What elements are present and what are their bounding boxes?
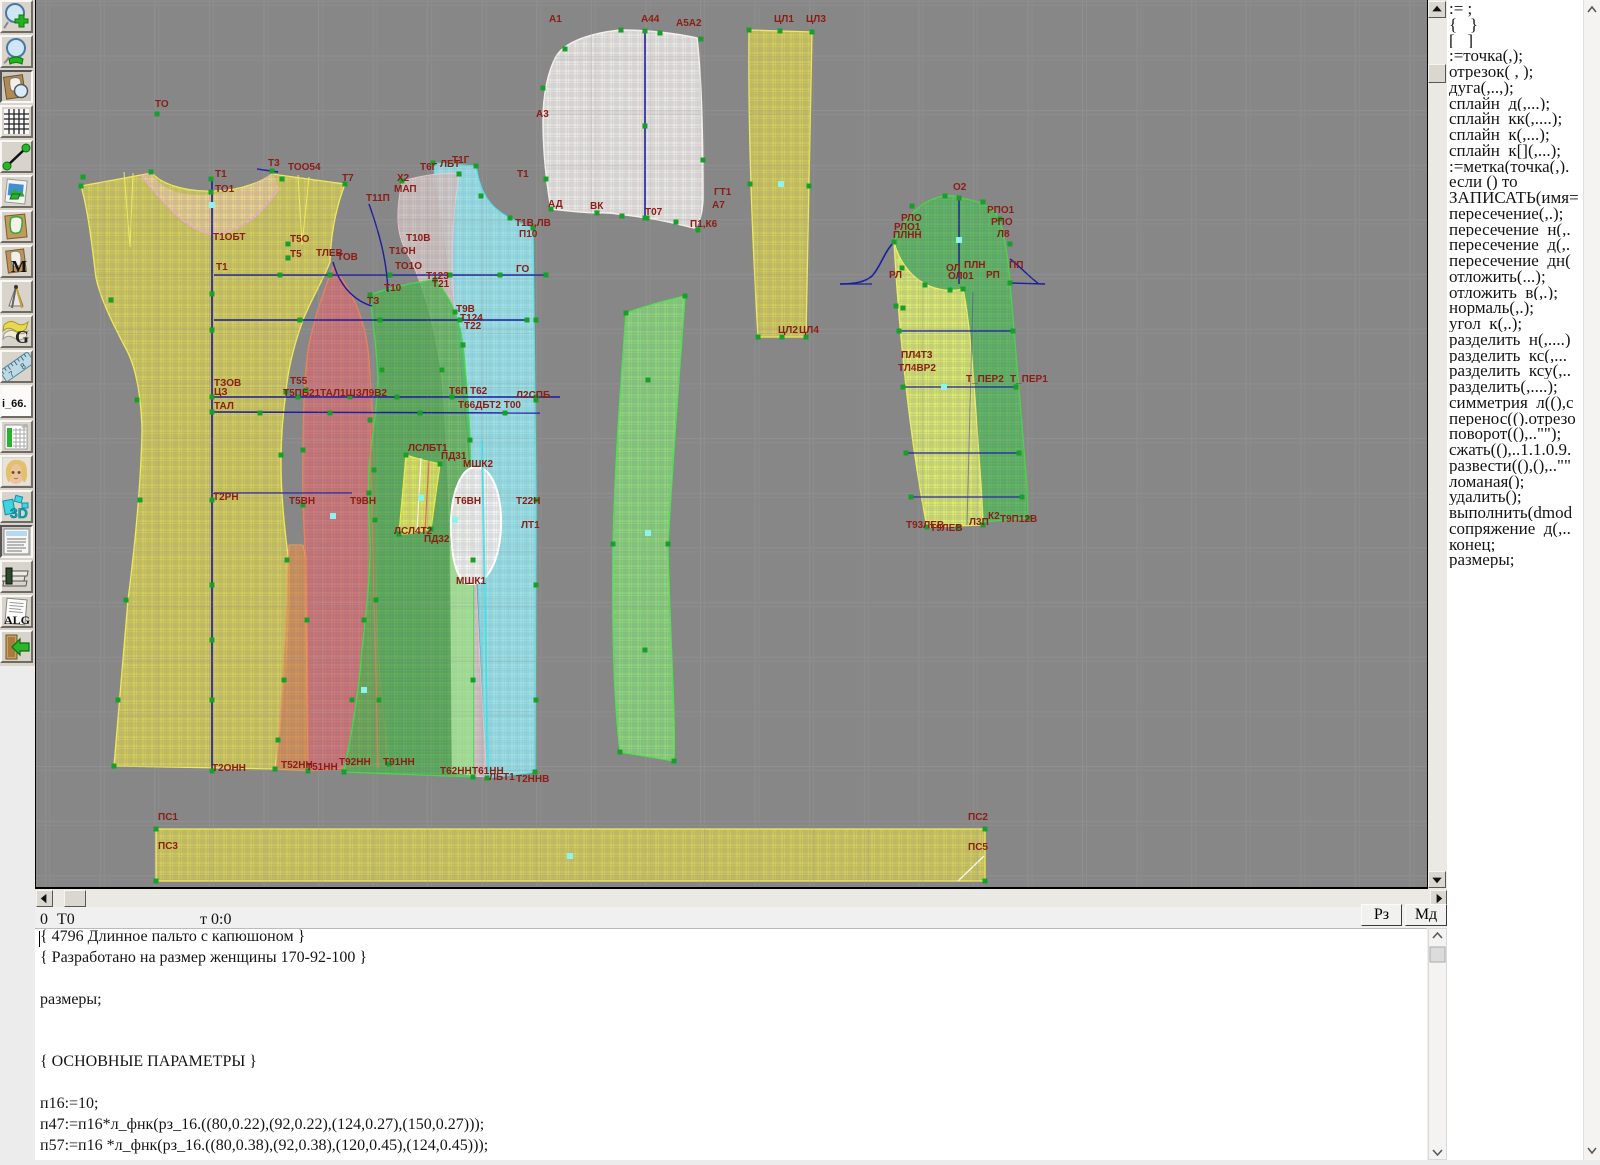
svg-text:Т55: Т55 xyxy=(290,376,308,387)
svg-text:Т_ПЕР2: Т_ПЕР2 xyxy=(966,374,1004,385)
svg-text:Т1Г: Т1Г xyxy=(452,155,470,166)
svg-text:МШК2: МШК2 xyxy=(463,459,493,470)
svg-text:О2: О2 xyxy=(953,182,967,193)
svg-text:Т7: Т7 xyxy=(342,173,354,184)
svg-text:ТОО54: ТОО54 xyxy=(288,162,321,173)
svg-text:ПЛН: ПЛН xyxy=(964,260,985,271)
svg-text:Т6ВН: Т6ВН xyxy=(455,496,481,507)
svg-text:ЦЛ4: ЦЛ4 xyxy=(799,325,819,336)
svg-text:РПО1: РПО1 xyxy=(987,205,1015,216)
svg-text:Т5ВН: Т5ВН xyxy=(289,496,315,507)
svg-text:Т9ЛЕВ: Т9ЛЕВ xyxy=(930,523,963,534)
svg-text:Т07: Т07 xyxy=(645,207,663,218)
svg-text:Л2СПБ: Л2СПБ xyxy=(516,390,550,401)
svg-text:ГТ1: ГТ1 xyxy=(714,187,732,198)
svg-text:Т5ПБ21ТАЛ1ШЗЛ9В2: Т5ПБ21ТАЛ1ШЗЛ9В2 xyxy=(283,388,387,399)
svg-text:ГО: ГО xyxy=(516,264,530,275)
svg-text:ТЛ4ВР2: ТЛ4ВР2 xyxy=(898,363,936,374)
svg-text:Т3: Т3 xyxy=(268,158,280,169)
svg-text:А44: А44 xyxy=(641,14,660,25)
svg-text:Т6П: Т6П xyxy=(449,386,468,397)
svg-text:А7: А7 xyxy=(712,200,725,211)
svg-text:МШК1: МШК1 xyxy=(456,576,486,587)
svg-text:ПЛНН: ПЛНН xyxy=(893,230,922,241)
svg-text:ТЗ: ТЗ xyxy=(367,296,379,307)
svg-text:Т_ПЕР1: Т_ПЕР1 xyxy=(1010,374,1048,385)
svg-text:G: G xyxy=(15,327,29,346)
svg-text:РЛ: РЛ xyxy=(889,270,902,281)
svg-text:РП: РП xyxy=(986,270,1000,281)
svg-text:Т1ОН: Т1ОН xyxy=(389,246,416,257)
svg-text:ТОВ: ТОВ xyxy=(337,252,358,263)
svg-text:Т91НН: Т91НН xyxy=(383,757,415,768)
svg-text:Т2ННВ: Т2ННВ xyxy=(516,774,549,785)
svg-text:Л3П: Л3П xyxy=(969,517,989,528)
svg-text:Т1: Т1 xyxy=(517,169,529,180)
svg-text:Т1: Т1 xyxy=(216,262,228,273)
svg-text:Т9П12В: Т9П12В xyxy=(1000,514,1037,525)
svg-text:Т10В: Т10В xyxy=(406,233,430,244)
svg-text:Т5О: Т5О xyxy=(290,234,310,245)
svg-text:M: M xyxy=(11,257,27,276)
svg-text:Т11П: Т11П xyxy=(366,193,390,204)
svg-text:ТАЛ: ТАЛ xyxy=(214,401,234,412)
svg-text:Т51НН: Т51НН xyxy=(306,762,338,773)
svg-text:Т10: Т10 xyxy=(384,283,402,294)
svg-text:Т62НН: Т62НН xyxy=(440,766,472,777)
svg-text:ПЛ4Т3: ПЛ4Т3 xyxy=(901,350,933,361)
svg-text:ПП: ПП xyxy=(1009,260,1023,271)
svg-text:МАП: МАП xyxy=(394,184,417,195)
svg-text:ТО1: ТО1 xyxy=(215,184,235,195)
svg-text:ЛБТ1: ЛБТ1 xyxy=(489,772,515,783)
svg-text:ВК: ВК xyxy=(590,201,604,212)
svg-text:РПО: РПО xyxy=(991,217,1013,228)
svg-text:Т22: Т22 xyxy=(464,321,482,332)
svg-text:А1: А1 xyxy=(549,14,562,25)
svg-text:ПС3: ПС3 xyxy=(158,841,178,852)
svg-text:ЦЗ: ЦЗ xyxy=(214,387,228,398)
svg-text:ПС5: ПС5 xyxy=(968,842,988,853)
svg-text:Т22Н: Т22Н xyxy=(516,496,540,507)
svg-text:Т2ОНН: Т2ОНН xyxy=(212,763,246,774)
svg-text:Т21: Т21 xyxy=(432,279,450,290)
svg-text:ALG: ALG xyxy=(4,613,30,626)
svg-text:ПС1: ПС1 xyxy=(158,812,178,823)
svg-text:А3: А3 xyxy=(536,109,549,120)
svg-text:Т9ВН: Т9ВН xyxy=(350,496,376,507)
svg-text:Т5: Т5 xyxy=(290,249,302,260)
svg-text:ПД32: ПД32 xyxy=(424,534,450,545)
svg-text:П10: П10 xyxy=(519,229,538,240)
svg-text:Т2РН: Т2РН xyxy=(213,492,239,503)
svg-text:Т1ОБТ: Т1ОБТ xyxy=(213,232,246,243)
svg-text:ЦЛ3: ЦЛ3 xyxy=(806,14,826,25)
svg-text:Т66ДБТ2 Т00: Т66ДБТ2 Т00 xyxy=(458,400,521,411)
svg-text:Л8: Л8 xyxy=(997,229,1010,240)
svg-text:ТО: ТО xyxy=(155,99,169,110)
svg-text:К2: К2 xyxy=(988,511,1000,522)
svg-text:3D: 3D xyxy=(10,505,28,521)
svg-text:ЛТ1: ЛТ1 xyxy=(521,520,540,531)
svg-text:П1,К6: П1,К6 xyxy=(690,219,718,230)
svg-text:Т62: Т62 xyxy=(470,386,488,397)
svg-text:А5А2: А5А2 xyxy=(676,18,702,29)
svg-text:Т1: Т1 xyxy=(215,169,227,180)
svg-text:Х2: Х2 xyxy=(397,173,410,184)
svg-text:i_66.: i_66. xyxy=(2,398,26,410)
svg-text:Т6Г: Т6Г xyxy=(420,162,438,173)
svg-text:Т1В,ЛВ: Т1В,ЛВ xyxy=(515,218,551,229)
svg-text:ЦЛ1: ЦЛ1 xyxy=(774,14,794,25)
svg-text:ТО1О: ТО1О xyxy=(395,261,422,272)
svg-text:АД: АД xyxy=(548,199,563,210)
svg-text:ЦЛ2: ЦЛ2 xyxy=(778,325,798,336)
svg-text:ОЛ01: ОЛ01 xyxy=(948,271,974,282)
svg-text:ПС2: ПС2 xyxy=(968,812,988,823)
svg-text:Т92НН: Т92НН xyxy=(339,757,371,768)
